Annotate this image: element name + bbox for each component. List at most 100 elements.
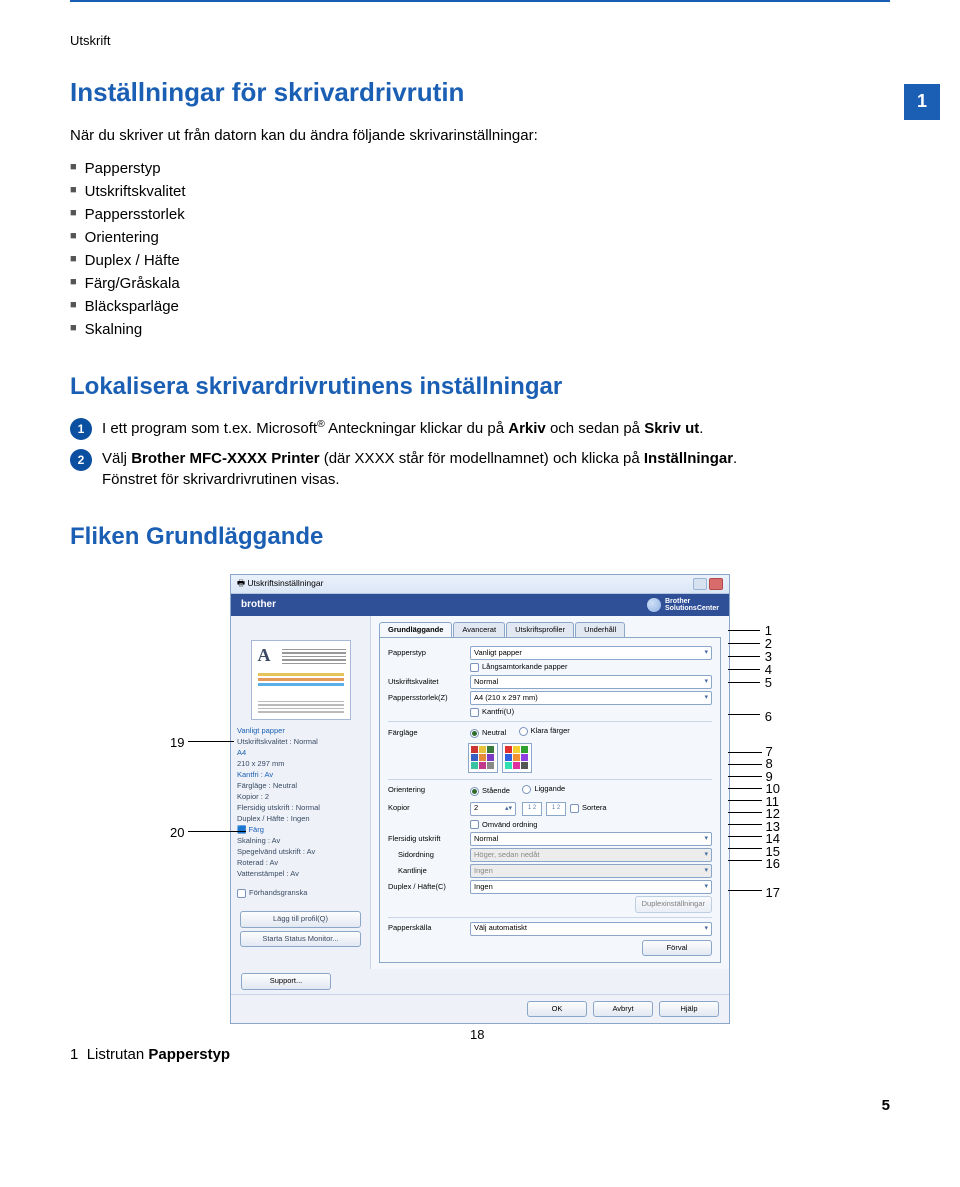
row-duplex: Duplex / Häfte(C)Ingen▾ <box>388 880 712 894</box>
copies-spinner[interactable]: 2▴▾ <box>470 802 516 816</box>
list-item: Duplex / Häfte <box>70 250 890 271</box>
row-kantlinje: KantlinjeIngen▾ <box>388 864 712 878</box>
intro-text: När du skriver ut från datorn kan du änd… <box>70 125 890 146</box>
step-number: 2 <box>70 449 92 471</box>
screenshot-wrap: 19 20 🖶 Utskriftsinställningar brother B… <box>170 574 790 1024</box>
tabs: Grundläggande Avancerat Utskriftsprofile… <box>379 622 721 638</box>
row-orient: Orientering Stående Liggande <box>388 784 712 798</box>
close-icon[interactable] <box>709 578 723 590</box>
row-storlek: Pappersstorlek(Z)A4 (210 x 297 mm)▾ <box>388 691 712 705</box>
ok-button[interactable]: OK <box>527 1001 587 1018</box>
callout-4: 4 <box>765 663 772 676</box>
globe-icon <box>647 598 661 612</box>
side-tab-chapter: 1 <box>904 84 940 120</box>
settings-panel: Grundläggande Avancerat Utskriftsprofile… <box>371 616 729 969</box>
papersource-dropdown[interactable]: Välj automatiskt▾ <box>470 922 712 936</box>
page-title: Inställningar för skrivardrivrutin <box>70 74 890 110</box>
colormode-vivid-radio[interactable]: Klara färger <box>519 726 570 737</box>
help-button[interactable]: Hjälp <box>659 1001 719 1018</box>
callout-19: 19 <box>170 734 184 752</box>
preview-checkbox[interactable]: Förhandsgranska <box>237 888 307 899</box>
list-item: Papperstyp <box>70 158 890 179</box>
borderline-dropdown: Ingen▾ <box>470 864 712 878</box>
sort-icon: 1 2 <box>522 802 542 816</box>
tab-maintenance[interactable]: Underhåll <box>575 622 625 638</box>
row-papperskalla: PapperskällaVälj automatiskt▾ <box>388 922 712 936</box>
duplex-settings-button: Duplexinställningar <box>635 896 712 913</box>
breadcrumb: Utskrift <box>70 32 890 50</box>
colormode-neutral-radio[interactable]: Neutral <box>470 728 506 739</box>
section-heading: Lokalisera skrivardrivrutinens inställni… <box>70 370 890 404</box>
collate-checkbox[interactable]: Sortera <box>570 803 607 814</box>
callout-1: 1 <box>765 624 772 637</box>
list-item: Utskriftskvalitet <box>70 181 890 202</box>
reverse-order-checkbox[interactable]: Omvänd ordning <box>470 820 712 831</box>
papperstyp-dropdown[interactable]: Vanligt papper▾ <box>470 646 712 660</box>
row-flersidig: Flersidig utskriftNormal▾ <box>388 832 712 846</box>
callout-3: 3 <box>765 650 772 663</box>
row-kvalitet: UtskriftskvalitetNormal▾ <box>388 675 712 689</box>
default-button[interactable]: Förval <box>642 940 712 957</box>
step-2: 2 Välj Brother MFC-XXXX Printer (där XXX… <box>70 448 890 490</box>
slow-dry-checkbox[interactable]: Långsamtorkande papper <box>470 662 712 673</box>
borderless-checkbox[interactable]: Kantfri(U) <box>470 707 712 718</box>
orient-portrait-radio[interactable]: Stående <box>470 786 510 797</box>
quality-dropdown[interactable]: Normal▾ <box>470 675 712 689</box>
callout-20: 20 <box>170 824 184 842</box>
sort-icon: 1 2 <box>546 802 566 816</box>
callout-line <box>188 741 234 742</box>
row-farglage: Färgläge Neutral Klara färger <box>388 726 712 740</box>
help-icon[interactable] <box>693 578 707 590</box>
list-item: Orientering <box>70 227 890 248</box>
preview-info: Vanligt papper Utskriftskvalitet : Norma… <box>237 726 364 880</box>
brand-bar: brother Brother SolutionsCenter <box>231 594 729 616</box>
dialog-footer: OK Avbryt Hjälp <box>231 994 729 1024</box>
callout-16: 16 <box>766 858 780 871</box>
row-duplexinst: Duplexinställningar <box>388 896 712 913</box>
solutions-center-link[interactable]: Brother SolutionsCenter <box>647 598 719 612</box>
step-body: Välj Brother MFC-XXXX Printer (där XXXX … <box>102 448 890 490</box>
section-heading: Fliken Grundläggande <box>70 520 890 554</box>
window-title: 🖶 Utskriftsinställningar <box>237 578 323 590</box>
row-kantfri: Kantfri(U) <box>388 707 712 718</box>
callout-line <box>188 831 246 832</box>
step-number: 1 <box>70 418 92 440</box>
tab-profiles[interactable]: Utskriftsprofiler <box>506 622 574 638</box>
add-profile-button[interactable]: Lägg till profil(Q) <box>240 911 361 928</box>
tab-basic[interactable]: Grundläggande <box>379 622 452 638</box>
status-monitor-button[interactable]: Starta Status Monitor... <box>240 931 361 948</box>
step-body: I ett program som t.ex. Microsoft® Antec… <box>102 417 890 440</box>
support-button[interactable]: Support... <box>241 973 331 990</box>
list-item: Skalning <box>70 319 890 340</box>
duplex-dropdown[interactable]: Ingen▾ <box>470 880 712 894</box>
list-item: Färg/Gråskala <box>70 273 890 294</box>
callout-17: 17 <box>766 884 780 902</box>
page-number: 5 <box>70 1095 890 1116</box>
size-dropdown[interactable]: A4 (210 x 297 mm)▾ <box>470 691 712 705</box>
multipage-dropdown[interactable]: Normal▾ <box>470 832 712 846</box>
row-kopior: Kopior2▴▾ 1 2 1 2 Sortera <box>388 800 712 818</box>
preview-panel: A Vanligt papper Utskriftskvalitet : Nor… <box>231 616 371 969</box>
step-1: 1 I ett program som t.ex. Microsoft® Ant… <box>70 417 890 440</box>
tab-advanced[interactable]: Avancerat <box>453 622 505 638</box>
settings-list: Papperstyp Utskriftskvalitet Pappersstor… <box>70 158 890 340</box>
print-dialog: 🖶 Utskriftsinställningar brother Brother… <box>230 574 730 1024</box>
pageorder-dropdown: Höger, sedan nedåt▾ <box>470 848 712 862</box>
window-titlebar: 🖶 Utskriftsinställningar <box>231 575 729 594</box>
page-preview: A <box>251 640 351 720</box>
orient-landscape-radio[interactable]: Liggande <box>522 784 565 795</box>
figure-caption: 1 Listrutan Papperstyp <box>70 1044 890 1065</box>
list-item: Pappersstorlek <box>70 204 890 225</box>
row-papperstyp: PapperstypVanligt papper▾ <box>388 646 712 660</box>
brand-label: brother <box>241 598 276 612</box>
callout-6: 6 <box>765 708 772 726</box>
list-item: Bläcksparläge <box>70 296 890 317</box>
cancel-button[interactable]: Avbryt <box>593 1001 653 1018</box>
row-langsam: Långsamtorkande papper <box>388 662 712 673</box>
callout-5: 5 <box>765 676 772 689</box>
callout-18: 18 <box>470 1026 484 1044</box>
row-sidordning: SidordningHöger, sedan nedåt▾ <box>388 848 712 862</box>
colormode-thumbs <box>468 743 712 773</box>
row-omvand: Omvänd ordning <box>388 820 712 831</box>
callout-2: 2 <box>765 637 772 650</box>
